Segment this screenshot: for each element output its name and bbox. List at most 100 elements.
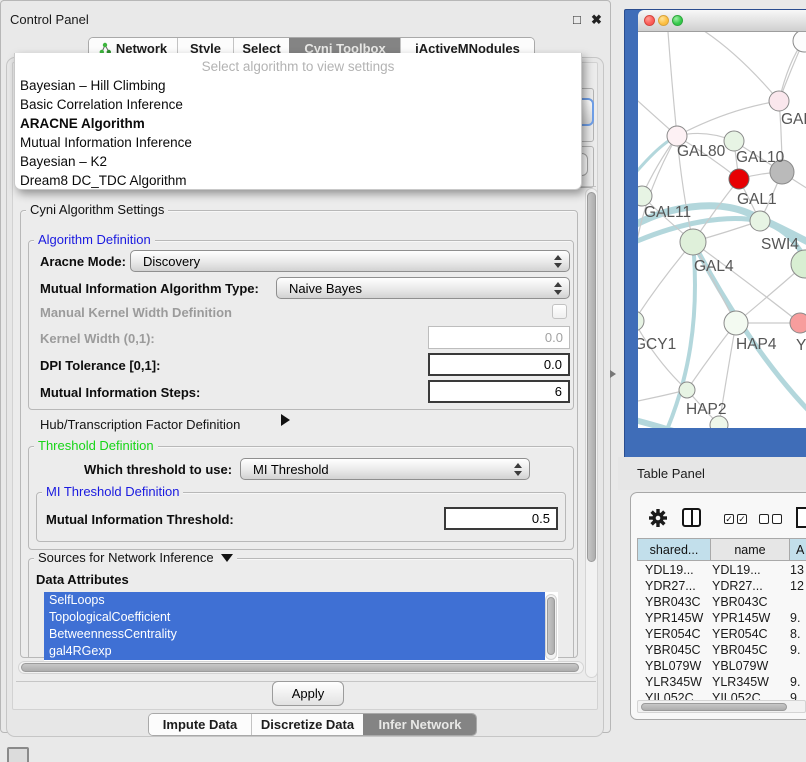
cell: 8. xyxy=(790,627,800,641)
network-node-hap2[interactable] xyxy=(679,382,695,398)
float-window-icon[interactable]: □ xyxy=(573,13,581,26)
split-columns-icon[interactable] xyxy=(682,508,701,527)
aracne-mode-value: Discovery xyxy=(143,254,200,269)
cell: YDR27... xyxy=(645,579,696,593)
column-header-label: name xyxy=(734,543,765,557)
table-row[interactable]: YBR043C YBR043C xyxy=(0,594,806,610)
tab-discretize-data[interactable]: Discretize Data xyxy=(251,714,363,735)
network-node-gal1[interactable] xyxy=(729,169,749,189)
node-label: HAP2 xyxy=(686,401,727,418)
table-row[interactable]: YBL079W YBL079W xyxy=(0,658,806,674)
cell: YDL19... xyxy=(712,563,761,577)
mi-threshold-label: Mutual Information Threshold: xyxy=(46,512,234,527)
mac-zoom-icon[interactable] xyxy=(672,15,683,26)
expand-right-icon[interactable] xyxy=(281,414,290,426)
table-hscrollbar-thumb[interactable] xyxy=(641,703,787,711)
node-label: SWI4 xyxy=(761,236,799,253)
cell: YDL19... xyxy=(645,563,694,577)
network-node-hap4[interactable] xyxy=(724,311,748,335)
gear-icon[interactable] xyxy=(648,508,668,528)
close-icon[interactable]: ✖ xyxy=(591,13,602,26)
unchecked-box-icon[interactable] xyxy=(772,514,782,524)
tab-infer-network-label: Infer Network xyxy=(378,717,461,732)
cell: 9. xyxy=(790,675,800,689)
network-node[interactable] xyxy=(793,32,806,52)
menu-item[interactable]: Basic Correlation Inference xyxy=(20,97,183,112)
collapsed-panel-icon[interactable] xyxy=(7,747,29,762)
tab-infer-network[interactable]: Infer Network xyxy=(363,714,476,735)
tab-discretize-data-label: Discretize Data xyxy=(261,717,354,732)
dpi-tolerance-label: DPI Tolerance [0,1]: xyxy=(40,358,160,373)
aracne-mode-select[interactable]: Discovery xyxy=(130,250,570,272)
collapse-down-icon[interactable] xyxy=(221,554,233,562)
cyni-bottom-tabbar: Impute Data Discretize Data Infer Networ… xyxy=(148,713,477,736)
mi-threshold-field[interactable]: 0.5 xyxy=(444,507,558,530)
table-row[interactable]: YBR045C YBR045C 9. xyxy=(0,642,806,658)
cell: YLR345W xyxy=(645,675,702,689)
menu-item[interactable]: Mutual Information Inference xyxy=(20,135,192,150)
network-node-gal4[interactable] xyxy=(680,229,706,255)
tab-impute-data-label: Impute Data xyxy=(163,717,237,732)
checked-box-icon[interactable]: ✓ xyxy=(737,514,747,524)
menu-item[interactable]: Bayesian – Hill Climbing xyxy=(20,78,166,93)
menu-item[interactable]: Dream8 DC_TDC Algorithm xyxy=(20,173,187,188)
node-label: GCY1 xyxy=(638,336,676,353)
aracne-mode-label: Aracne Mode: xyxy=(40,254,126,269)
settings-vscrollbar-thumb[interactable] xyxy=(587,192,596,562)
dpi-tolerance-field[interactable]: 0.0 xyxy=(428,353,570,376)
cell: YER054C xyxy=(645,627,701,641)
page-icon[interactable] xyxy=(796,507,806,528)
table-row[interactable]: YER054C YER054C 8. xyxy=(0,626,806,642)
table-row[interactable]: YPR145W YPR145W 9. xyxy=(0,610,806,626)
menu-item-selected[interactable]: ARACNE Algorithm xyxy=(20,116,145,131)
table-hscrollbar[interactable] xyxy=(637,700,806,713)
column-header-partial[interactable]: A xyxy=(789,538,806,561)
cell: YER054C xyxy=(712,627,768,641)
network-node-gcy1[interactable] xyxy=(638,311,644,331)
cell: YBR045C xyxy=(712,643,768,657)
network-node-gal10[interactable] xyxy=(724,131,744,151)
algorithm-definition-title: Algorithm Definition xyxy=(34,233,155,247)
mi-algorithm-type-select[interactable]: Naive Bayes xyxy=(276,277,570,299)
table-row[interactable]: YDR27... YDR27... 12 xyxy=(0,578,806,594)
which-threshold-select[interactable]: MI Threshold xyxy=(240,458,530,480)
unchecked-box-icon[interactable] xyxy=(759,514,769,524)
checked-box-icon[interactable]: ✓ xyxy=(724,514,734,524)
network-node-y[interactable] xyxy=(790,313,806,333)
table-row[interactable]: YDL19... YDL19... 13 xyxy=(0,562,806,578)
kernel-width-label: Kernel Width (0,1): xyxy=(40,331,155,346)
mi-steps-field[interactable]: 6 xyxy=(428,380,570,403)
kernel-width-field[interactable]: 0.0 xyxy=(428,326,570,349)
network-window-titlebar[interactable] xyxy=(638,10,806,32)
network-node-gal7[interactable] xyxy=(769,91,789,111)
column-header-label: shared... xyxy=(650,543,699,557)
cell: YLR345W xyxy=(712,675,769,689)
network-node-swi4[interactable] xyxy=(750,211,770,231)
control-panel-title: Control Panel xyxy=(10,12,89,27)
node-label: GAL4 xyxy=(694,258,734,275)
node-label: GAL11 xyxy=(644,204,691,221)
network-canvas[interactable]: GAL7 GAL80 GAL10 GAL1 GAL11 SWI4 GAL4 GC… xyxy=(638,32,806,428)
table-row[interactable]: YLR345W YLR345W 9. xyxy=(0,674,806,690)
manual-kernel-checkbox[interactable] xyxy=(552,304,567,319)
cell: YBR043C xyxy=(712,595,768,609)
cell: YPR145W xyxy=(645,611,703,625)
mi-threshold-value: 0.5 xyxy=(532,511,550,526)
cell: YBL079W xyxy=(645,659,701,673)
cell: YPR145W xyxy=(712,611,770,625)
column-header-name[interactable]: name xyxy=(710,538,790,561)
column-header-shared[interactable]: shared... xyxy=(637,538,711,561)
tab-impute-data[interactable]: Impute Data xyxy=(149,714,251,735)
cell: 9. xyxy=(790,611,800,625)
menu-item[interactable]: Bayesian – K2 xyxy=(20,154,107,169)
column-header-label: A xyxy=(796,543,804,557)
which-threshold-value: MI Threshold xyxy=(253,462,329,477)
mac-minimize-icon[interactable] xyxy=(658,15,669,26)
manual-kernel-label: Manual Kernel Width Definition xyxy=(40,305,232,320)
cell: 12 xyxy=(790,579,804,593)
mac-close-icon[interactable] xyxy=(644,15,655,26)
node-label: GAL80 xyxy=(677,143,726,160)
mi-steps-value: 6 xyxy=(555,384,562,399)
splitpane-toggle-icon[interactable] xyxy=(610,370,616,378)
threshold-definition-title: Threshold Definition xyxy=(34,439,158,453)
